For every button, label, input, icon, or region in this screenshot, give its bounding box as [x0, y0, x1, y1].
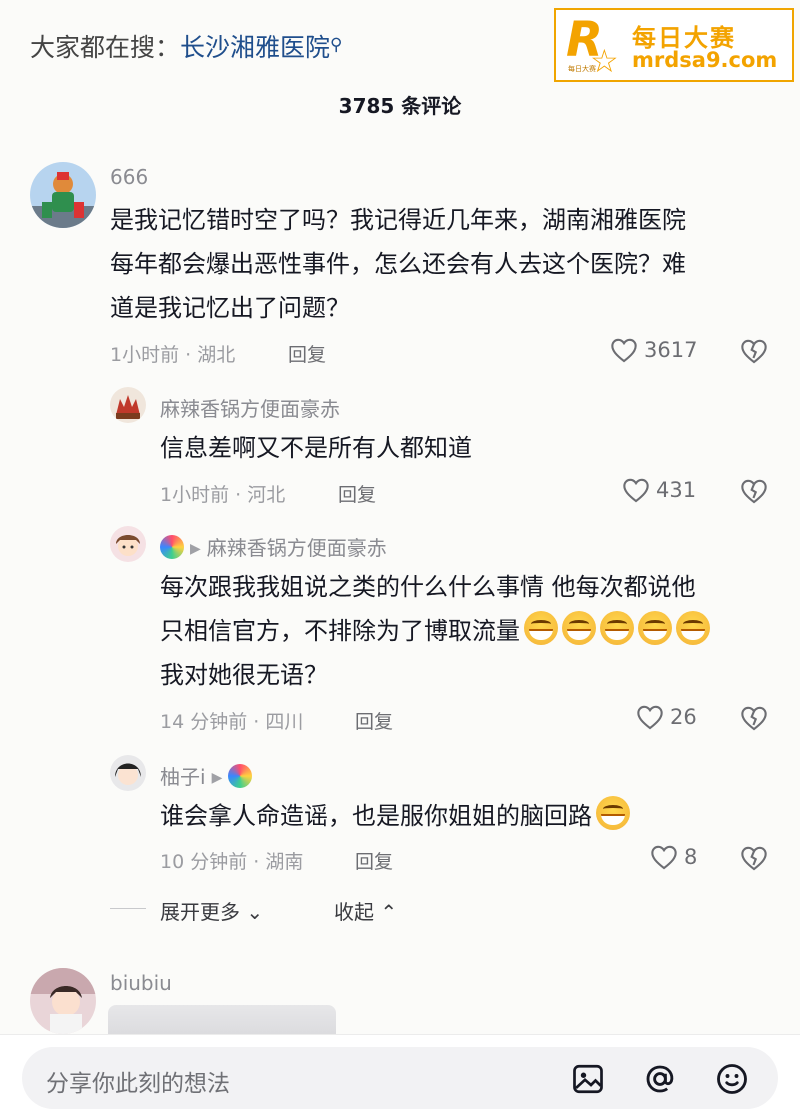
comment-body: 信息差啊又不是所有人都知道 [160, 434, 472, 462]
comment-count: 3785 条评论 [338, 94, 462, 118]
like-count: 8 [684, 845, 698, 869]
emoji-icon [562, 611, 596, 645]
like-count: 26 [670, 705, 697, 729]
reply-button[interactable]: 回复 [288, 340, 326, 367]
heart-icon [610, 337, 638, 363]
reply-header: ▶ 麻辣香锅方便面豪赤 [160, 532, 387, 561]
watermark-logo: R ☆ 每日大赛 [566, 12, 619, 80]
like-button[interactable]: 26 [636, 704, 697, 730]
comment-body: 每次跟我我姐说之类的什么什么事情 他每次都说他 只相信官方，不排除为了博取流量 … [160, 565, 710, 697]
reply-button[interactable]: 回复 [338, 480, 376, 507]
chevron-up-icon: ⌃ [374, 900, 398, 924]
reply-button[interactable]: 回复 [355, 707, 393, 734]
watermark-banner: R ☆ 每日大赛 每日大赛 mrdsa9.com [554, 8, 794, 82]
comment-username[interactable]: 麻辣香锅方便面豪赤 [160, 393, 340, 422]
comment-input[interactable]: 分享你此刻的想法 [22, 1047, 778, 1109]
like-count: 431 [656, 478, 697, 502]
reply-arrow-icon: ▶ [211, 770, 223, 786]
comment-username[interactable]: biubiu [110, 971, 172, 995]
avatar[interactable] [110, 526, 146, 562]
heart-icon [622, 477, 650, 503]
comment-username[interactable]: 666 [110, 165, 148, 189]
divider [110, 908, 146, 909]
reply-arrow-icon: ▶ [190, 541, 201, 557]
watermark-url: mrdsa9.com [632, 48, 778, 72]
comment-body: 谁会拿人命造谣，也是服你姐姐的脑回路 [160, 794, 630, 838]
chevron-down-icon: ⌄ [240, 900, 264, 924]
comment-time-location: 14 分钟前 · 四川 [160, 711, 304, 733]
emoji-icon [600, 611, 634, 645]
comment-time-location: 10 分钟前 · 湖南 [160, 851, 304, 873]
avatar[interactable] [30, 162, 96, 228]
heart-icon [636, 704, 664, 730]
dislike-icon[interactable] [740, 845, 768, 871]
heart-icon [650, 844, 678, 870]
collapse-button[interactable]: 收起 ⌃ [334, 896, 397, 925]
reply-to-username[interactable]: 麻辣香锅方便面豪赤 [207, 536, 387, 560]
like-count: 3617 [644, 338, 698, 362]
like-button[interactable]: 8 [650, 844, 697, 870]
lollipop-icon [160, 535, 184, 559]
comment-body: 是我记忆错时空了吗？我记得近几年来，湖南湘雅医院 每年都会爆出恶性事件，怎么还会… [110, 206, 686, 322]
search-prefix: 大家都在搜： [30, 33, 181, 62]
comment-time-location: 1小时前 · 湖北 [110, 344, 236, 366]
image-icon[interactable] [570, 1061, 606, 1101]
lollipop-icon [228, 764, 253, 788]
dislike-icon[interactable] [740, 338, 768, 364]
search-query-link[interactable]: 长沙湘雅医院 [180, 33, 330, 62]
comment-input-bar: 分享你此刻的想法 [0, 1034, 800, 1113]
emoji-picker-icon[interactable] [714, 1061, 750, 1101]
comment-time-location: 1小时前 · 河北 [160, 484, 286, 506]
avatar[interactable] [110, 755, 146, 791]
at-icon[interactable] [642, 1061, 678, 1101]
reply-button[interactable]: 回复 [355, 847, 393, 874]
like-button[interactable]: 3617 [610, 337, 697, 363]
avatar[interactable] [110, 387, 146, 423]
input-placeholder: 分享你此刻的想法 [46, 1071, 230, 1097]
emoji-icon [524, 611, 558, 645]
emoji-icon [638, 611, 672, 645]
search-icon: ⚲ [330, 35, 343, 55]
dislike-icon[interactable] [740, 705, 768, 731]
like-button[interactable]: 431 [622, 477, 696, 503]
dislike-icon[interactable] [740, 478, 768, 504]
emoji-icon [596, 796, 630, 830]
emoji-icon [676, 611, 710, 645]
avatar[interactable] [30, 968, 96, 1034]
reply-header: 柚子i ▶ [160, 761, 253, 790]
expand-more-button[interactable]: 展开更多 ⌄ [160, 896, 263, 925]
comment-username[interactable]: 柚子i [160, 765, 206, 789]
search-suggestion[interactable]: 大家都在搜：长沙湘雅医院⚲ [30, 28, 342, 64]
